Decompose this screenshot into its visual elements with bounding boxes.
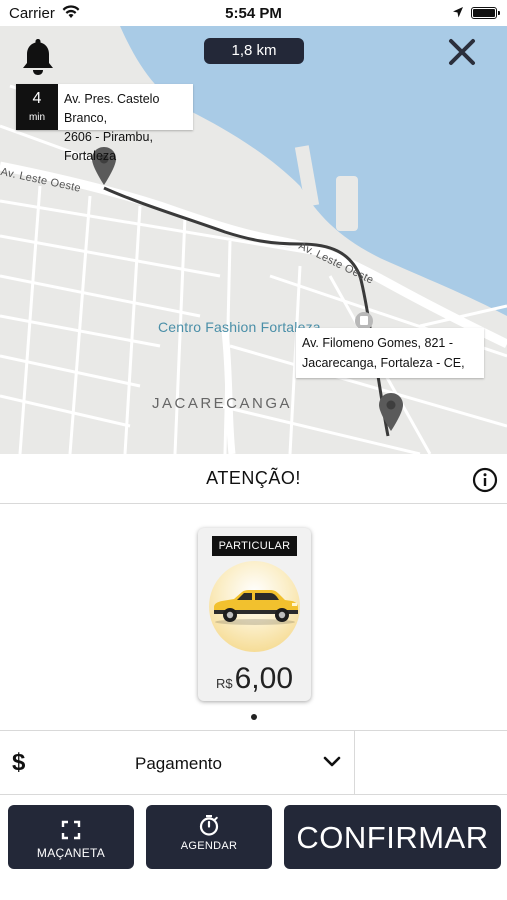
chevron-down-icon[interactable] [323, 756, 341, 768]
status-time: 5:54 PM [225, 5, 282, 22]
confirm-button[interactable]: CONFIRMAR [284, 805, 501, 869]
agendar-label: AGENDAR [180, 840, 238, 852]
car-icon [214, 590, 298, 625]
expand-corners-icon [61, 820, 81, 840]
payment-label: Pagamento [135, 754, 222, 773]
bell-icon[interactable] [20, 36, 56, 76]
attention-bar: ATENÇÃO! [0, 454, 507, 504]
destination-address-line2: Jacarecanga, Fortaleza - CE, [302, 356, 465, 370]
route-map[interactable]: Av. Leste Oeste Av. Leste Oeste Centro F… [0, 26, 507, 454]
distance-badge: 1,8 km [204, 38, 304, 64]
eta-unit: min [28, 112, 46, 123]
location-arrow-icon [453, 7, 463, 18]
destination-pin-icon[interactable] [377, 392, 405, 432]
origin-address-line1: Av. Pres. Castelo Branco, [64, 92, 160, 125]
destination-callout: Av. Filomeno Gomes, 821 - Jacarecanga, F… [296, 328, 484, 378]
payment-selector[interactable]: $ Pagamento [0, 730, 507, 795]
dollar-icon: $ [12, 749, 26, 776]
origin-address-line2: 2606 - Pirambu, Fortaleza [64, 130, 153, 163]
eta-badge: 4 min [16, 84, 58, 130]
origin-address: Av. Pres. Castelo Branco, 2606 - Pirambu… [58, 84, 193, 163]
battery-icon [471, 7, 500, 19]
eta-value: 4 [32, 90, 42, 107]
payment-divider [354, 731, 355, 794]
status-bar: Carrier 5:54 PM [0, 0, 507, 26]
vehicle-category-badge: PARTICULAR [212, 536, 297, 556]
info-icon[interactable] [472, 467, 498, 493]
origin-callout: 4 min Av. Pres. Castelo Branco, 2606 - P… [16, 84, 193, 163]
carousel-page-indicator [251, 714, 257, 720]
price-value: 6,00 [234, 662, 293, 695]
stopwatch-icon [199, 815, 219, 836]
vehicle-price: R$6,00 [198, 662, 311, 696]
attention-title: ATENÇÃO! [206, 468, 301, 488]
agendar-button[interactable]: AGENDAR [146, 805, 272, 869]
confirm-label: CONFIRMAR [296, 820, 489, 855]
price-currency: R$ [215, 676, 233, 691]
neighborhood-label: JACARECANGA [152, 395, 293, 412]
vehicle-option-card[interactable]: PARTICULAR R$6,00 [198, 528, 311, 701]
destination-address-line1: Av. Filomeno Gomes, 821 - [302, 336, 453, 350]
macaneta-label: MAÇANETA [36, 846, 106, 860]
close-icon[interactable] [446, 36, 478, 68]
macaneta-button[interactable]: MAÇANETA [8, 805, 134, 869]
